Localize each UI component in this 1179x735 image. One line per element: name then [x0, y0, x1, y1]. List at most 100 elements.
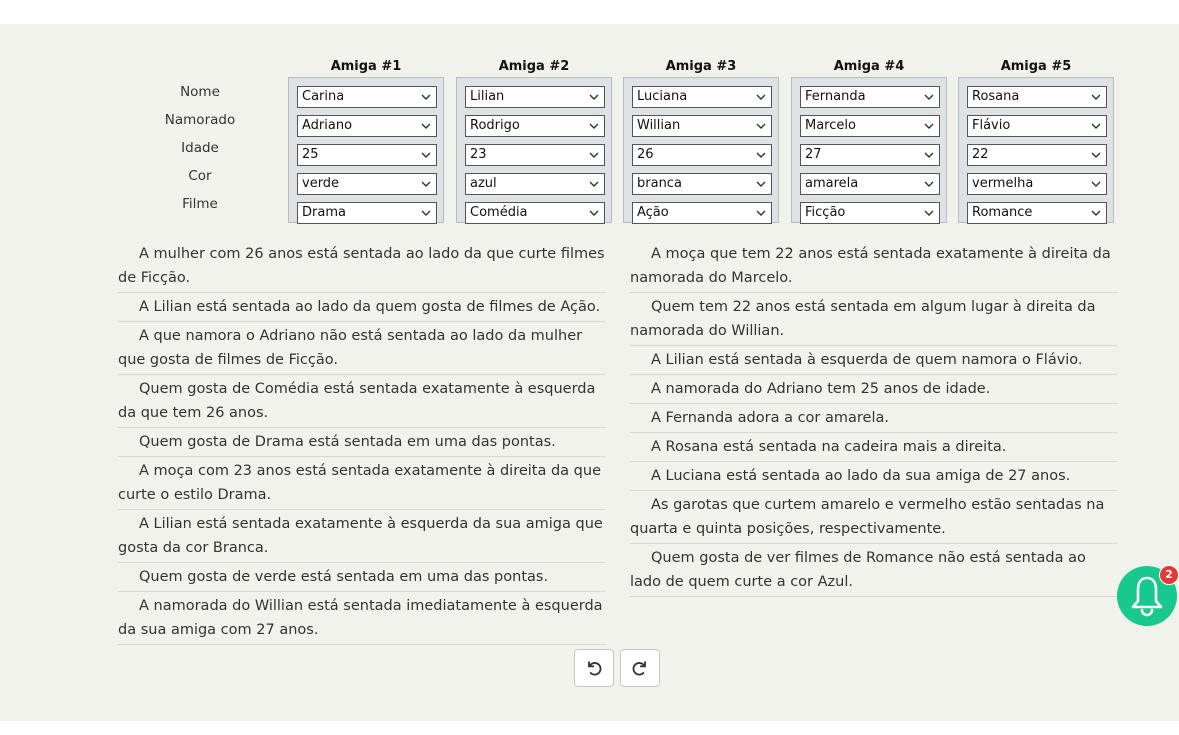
select-value: 23: [470, 147, 487, 162]
clue-item: A Luciana está sentada ao lado da sua am…: [630, 462, 1117, 491]
clues-right: A moça que tem 22 anos está sentada exat…: [630, 240, 1117, 597]
select-value: 25: [302, 147, 319, 162]
row-label-cor: Cor: [188, 168, 212, 184]
clue-item: A Fernanda adora a cor amarela.: [630, 404, 1117, 433]
select-value: Adriano: [302, 118, 353, 133]
clue-item: A namorada do Adriano tem 25 anos de ida…: [630, 375, 1117, 404]
select-value: Carina: [302, 89, 345, 104]
select-1-namorado[interactable]: Adriano: [297, 115, 437, 137]
row-label-namorado: Namorado: [164, 112, 236, 128]
select-2-namorado[interactable]: Rodrigo: [465, 115, 605, 137]
select-value: amarela: [805, 176, 859, 191]
chevron-down-icon: [756, 210, 766, 216]
chevron-down-icon: [756, 152, 766, 158]
clue-item: A moça com 23 anos está sentada exatamen…: [118, 457, 605, 510]
column-2: Lilian Rodrigo 23 azul Comédia: [456, 77, 612, 224]
chevron-down-icon: [1091, 210, 1101, 216]
clue-item: A namorada do Willian está sentada imedi…: [118, 592, 605, 645]
clue-item: A Lilian está sentada ao lado da quem go…: [118, 293, 605, 322]
chevron-down-icon: [421, 94, 431, 100]
puzzle-grid: Nome Namorado Idade Cor Filme Amiga #1 Ca…: [0, 24, 1179, 254]
select-value: verde: [302, 176, 340, 191]
chevron-down-icon: [589, 94, 599, 100]
select-2-filme[interactable]: Comédia: [465, 202, 605, 224]
select-4-namorado[interactable]: Marcelo: [800, 115, 940, 137]
select-value: 22: [972, 147, 989, 162]
chevron-down-icon: [924, 181, 934, 187]
select-4-cor[interactable]: amarela: [800, 173, 940, 195]
chevron-down-icon: [589, 181, 599, 187]
select-value: azul: [470, 176, 497, 191]
select-value: Drama: [302, 205, 346, 220]
select-5-nome[interactable]: Rosana: [967, 86, 1107, 108]
clue-item: A Rosana está sentada na cadeira mais a …: [630, 433, 1117, 462]
row-label-filme: Filme: [182, 196, 218, 212]
chevron-down-icon: [1091, 123, 1101, 129]
redo-button[interactable]: [620, 649, 660, 687]
select-5-filme[interactable]: Romance: [967, 202, 1107, 224]
select-3-filme[interactable]: Ação: [632, 202, 772, 224]
select-5-namorado[interactable]: Flávio: [967, 115, 1107, 137]
chevron-down-icon: [756, 181, 766, 187]
select-1-idade[interactable]: 25: [297, 144, 437, 166]
select-4-idade[interactable]: 27: [800, 144, 940, 166]
undo-button[interactable]: [574, 649, 614, 687]
column-4: Fernanda Marcelo 27 amarela Ficção: [791, 77, 947, 224]
chevron-down-icon: [756, 123, 766, 129]
clue-item: Quem gosta de verde está sentada em uma …: [118, 563, 605, 592]
select-5-idade[interactable]: 22: [967, 144, 1107, 166]
column-header-5: Amiga #5: [1000, 59, 1072, 74]
chevron-down-icon: [1091, 152, 1101, 158]
chevron-down-icon: [924, 152, 934, 158]
select-value: Fernanda: [805, 89, 866, 104]
select-5-cor[interactable]: vermelha: [967, 173, 1107, 195]
column-header-3: Amiga #3: [665, 59, 737, 74]
column-1: Carina Adriano 25 verde Drama: [288, 77, 444, 224]
chevron-down-icon: [421, 181, 431, 187]
chevron-down-icon: [756, 94, 766, 100]
select-value: Rodrigo: [470, 118, 520, 133]
select-4-nome[interactable]: Fernanda: [800, 86, 940, 108]
select-1-filme[interactable]: Drama: [297, 202, 437, 224]
chevron-down-icon: [589, 123, 599, 129]
select-3-cor[interactable]: branca: [632, 173, 772, 195]
select-value: vermelha: [972, 176, 1034, 191]
select-value: Ficção: [805, 205, 846, 220]
clue-item: A Lilian está sentada à esquerda de quem…: [630, 346, 1117, 375]
select-1-cor[interactable]: verde: [297, 173, 437, 195]
row-label-idade: Idade: [181, 140, 219, 156]
select-value: Comédia: [470, 205, 528, 220]
redo-icon: [632, 661, 646, 676]
column-header-4: Amiga #4: [833, 59, 905, 74]
chevron-down-icon: [1091, 94, 1101, 100]
column-header-1: Amiga #1: [330, 59, 402, 74]
select-2-idade[interactable]: 23: [465, 144, 605, 166]
select-3-namorado[interactable]: Willian: [632, 115, 772, 137]
select-value: 27: [805, 147, 822, 162]
select-value: Willian: [637, 118, 681, 133]
clue-item: Quem tem 22 anos está sentada em algum l…: [630, 293, 1117, 346]
clue-item: A moça que tem 22 anos está sentada exat…: [630, 240, 1117, 293]
select-1-nome[interactable]: Carina: [297, 86, 437, 108]
chevron-down-icon: [589, 210, 599, 216]
select-value: Marcelo: [805, 118, 856, 133]
chevron-down-icon: [589, 152, 599, 158]
clue-item: Quem gosta de Drama está sentada em uma …: [118, 428, 605, 457]
select-2-cor[interactable]: azul: [465, 173, 605, 195]
select-value: branca: [637, 176, 682, 191]
chevron-down-icon: [421, 210, 431, 216]
clue-item: Quem gosta de ver filmes de Romance não …: [630, 544, 1117, 597]
column-3: Luciana Willian 26 branca Ação: [623, 77, 779, 224]
chevron-down-icon: [924, 123, 934, 129]
chevron-down-icon: [421, 123, 431, 129]
select-value: Romance: [972, 205, 1033, 220]
select-3-nome[interactable]: Luciana: [632, 86, 772, 108]
row-label-nome: Nome: [180, 84, 220, 100]
clues-left: A mulher com 26 anos está sentada ao lad…: [118, 240, 605, 645]
column-5: Rosana Flávio 22 vermelha Romance: [958, 77, 1114, 224]
clue-item: A mulher com 26 anos está sentada ao lad…: [118, 240, 605, 293]
chevron-down-icon: [924, 210, 934, 216]
select-4-filme[interactable]: Ficção: [800, 202, 940, 224]
select-3-idade[interactable]: 26: [632, 144, 772, 166]
select-2-nome[interactable]: Lilian: [465, 86, 605, 108]
